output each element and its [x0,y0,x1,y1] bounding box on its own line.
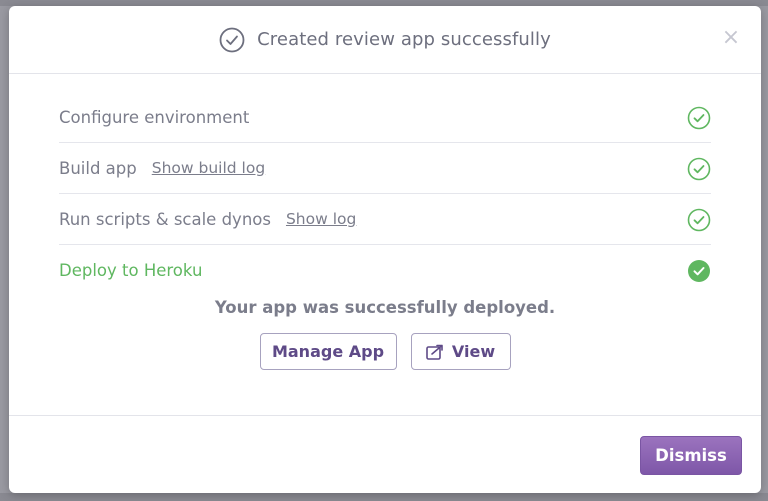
check-circle-icon [687,106,711,130]
view-label: View [451,342,496,361]
step-label: Run scripts & scale dynos [59,209,271,229]
background-divider [0,493,768,501]
check-circle-filled-icon [688,260,710,282]
step-configure-environment: Configure environment [59,92,711,143]
external-link-icon [426,344,443,360]
dismiss-button[interactable]: Dismiss [640,436,742,475]
check-circle-icon [687,208,711,232]
review-app-modal: Created review app successfully × Config… [9,6,761,493]
dismiss-label: Dismiss [655,446,727,465]
close-icon[interactable]: × [721,26,741,50]
deploy-steps-list: Configure environment Build app Show bui… [59,92,711,296]
modal-header: Created review app successfully × [9,6,761,74]
step-build-app: Build app Show build log [59,143,711,194]
step-label: Build app [59,158,137,178]
deploy-actions: Manage App View [9,333,761,370]
view-app-button[interactable]: View [410,333,511,370]
show-build-log-link[interactable]: Show build log [152,159,265,177]
check-circle-icon [219,27,245,52]
modal-title: Created review app successfully [257,29,551,50]
step-run-scripts: Run scripts & scale dynos Show log [59,194,711,245]
step-deploy-to-heroku: Deploy to Heroku [59,245,711,296]
manage-app-button[interactable]: Manage App [259,333,397,370]
deploy-success-message: Your app was successfully deployed. [214,298,556,317]
step-label: Deploy to Heroku [59,261,203,280]
manage-app-label: Manage App [271,342,385,361]
modal-footer: Dismiss [9,415,761,493]
check-circle-icon [687,157,711,181]
step-label: Configure environment [59,107,250,127]
show-log-link[interactable]: Show log [286,210,356,228]
